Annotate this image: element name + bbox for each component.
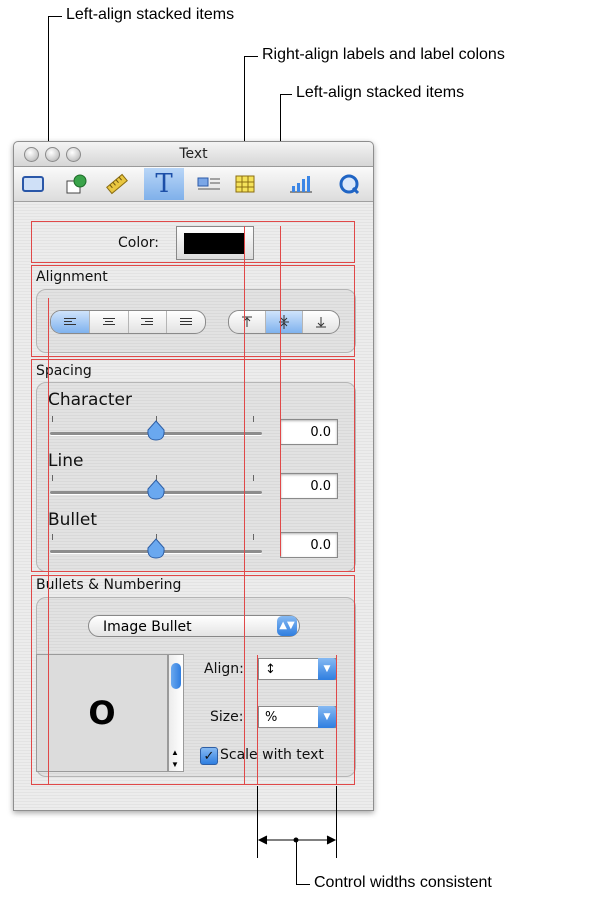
guide-label-colons: [244, 226, 245, 785]
leader-right-labels-h: [244, 56, 258, 57]
quicktime-icon[interactable]: [332, 168, 366, 200]
guide-control-right: [336, 655, 337, 785]
leader-top-left-h: [48, 16, 62, 17]
leader-bottom-h: [296, 884, 310, 885]
guide-color-row: [31, 221, 355, 263]
leader-bottom-v: [296, 840, 297, 884]
dimension-left-tick: [257, 786, 258, 858]
guide-spacing-group: [31, 359, 355, 572]
annotation-bottom: Control widths consistent: [314, 874, 492, 891]
guide-left-edge: [48, 298, 49, 785]
chart-icon[interactable]: [284, 168, 318, 200]
leader-mid-left-h: [280, 94, 292, 95]
annotation-right-labels: Right-align labels and label colons: [262, 46, 505, 63]
title-bar: Text: [14, 142, 373, 167]
graphic-icon[interactable]: [60, 168, 94, 200]
document-icon[interactable]: [16, 168, 50, 200]
window-title: Text: [179, 146, 208, 162]
metrics-icon[interactable]: [100, 168, 134, 200]
text-icon[interactable]: T: [144, 168, 184, 200]
wrap-icon[interactable]: [192, 168, 226, 200]
annotation-mid-left: Left-align stacked items: [296, 84, 465, 101]
annotation-top-left: Left-align stacked items: [66, 6, 235, 23]
guide-alignment-group: [31, 265, 355, 357]
guide-control-left: [257, 655, 258, 785]
table-icon[interactable]: [228, 168, 262, 200]
guide-stacked-items: [280, 226, 281, 556]
dimension-arrow: [257, 835, 337, 845]
dimension-right-tick: [336, 786, 337, 858]
guide-bullets-group: [31, 575, 355, 785]
inspector-toolbar: T: [14, 167, 373, 202]
